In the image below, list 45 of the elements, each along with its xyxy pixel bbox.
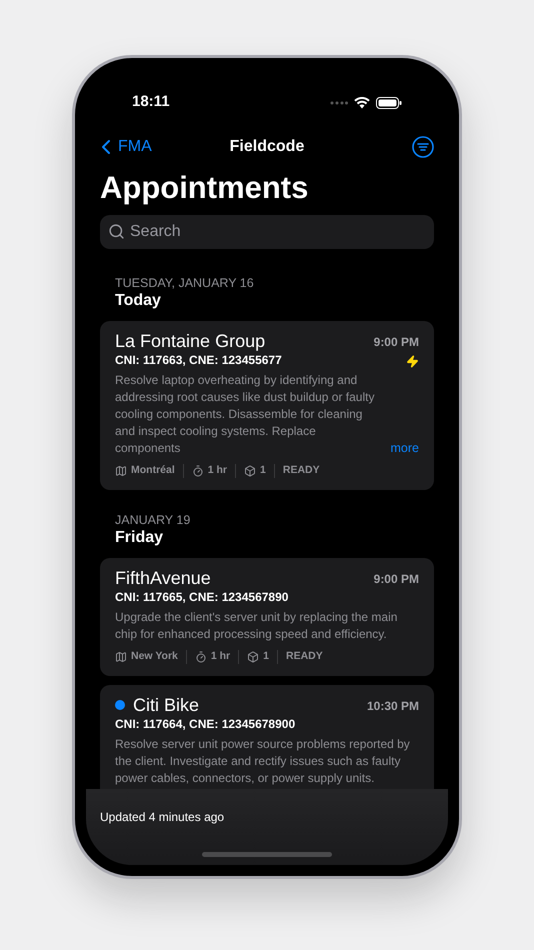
- page-title: Appointments: [100, 169, 310, 207]
- status-label: READY: [282, 463, 320, 478]
- appointment-time: 9:00 PM: [374, 334, 419, 351]
- back-button[interactable]: FMA: [94, 135, 174, 159]
- item-count: 1: [263, 648, 269, 664]
- appointment-card[interactable]: FifthAvenue CNI: 117665, CNE: 1234567890 9:00 PM Upgrade the client's server unit by replacing the main chip for enhanced processing speed and efficiency. New York 1 hr 1 READY: [100, 558, 434, 676]
- appointment-card[interactable]: [100, 684, 434, 789]
- signal-icon: [330, 100, 348, 104]
- duration: 1 hr: [208, 463, 228, 478]
- client-name: La Fontaine Group: [115, 330, 266, 352]
- appointment-time: 10:30 PM: [366, 698, 419, 714]
- map-icon: [115, 464, 127, 477]
- wifi-icon: [354, 96, 370, 108]
- timer-icon: [192, 464, 204, 477]
- appointment-card[interactable]: [100, 321, 434, 490]
- client-name: FifthAvenue: [115, 566, 211, 589]
- status-label: READY: [286, 648, 323, 664]
- more-link[interactable]: more: [390, 440, 419, 457]
- map-icon: [115, 650, 127, 663]
- update-status: Updated 4 minutes ago: [100, 809, 224, 826]
- client-name: Citi Bike: [133, 694, 200, 716]
- search-icon: [108, 223, 125, 240]
- job-description: Upgrade the client's server unit by replacing the main chip for enhanced processing speed and efficiency.: [115, 608, 398, 643]
- location: Montréal: [131, 463, 175, 478]
- appointment-time: 9:00 PM: [374, 570, 419, 588]
- reference-numbers: CNI: 117663, CNE: 123455677: [115, 352, 282, 369]
- nav-title: Fieldcode: [230, 137, 304, 157]
- cube-icon: [244, 464, 256, 477]
- cube-icon: [247, 650, 260, 663]
- reference-numbers: CNI: 117665, CNE: 1234567890: [115, 588, 288, 606]
- reference-numbers: CNI: 117664, CNE: 12345678900: [115, 716, 296, 732]
- section-date: JANUARY 19: [115, 512, 192, 528]
- battery-icon: [376, 96, 402, 108]
- duration: 1 hr: [210, 648, 230, 664]
- location: New York: [131, 648, 178, 664]
- item-count: 1: [260, 463, 266, 478]
- timer-icon: [194, 650, 207, 663]
- status-time: 18:11: [132, 92, 170, 112]
- section-day: Friday: [115, 528, 419, 548]
- section-date: TUESDAY, JANUARY 16: [115, 275, 255, 291]
- job-description: Resolve laptop overheating by identifying and addressing root causes like dust buildup or faulty cooling components. Disassemble for cleaning and inspect cooling systems. Replace components: [115, 372, 376, 457]
- job-description: Resolve server unit power source problems reported by the client. Investigate and rectify issues such as faulty power cables, connectors, or power supply units.: [115, 736, 411, 786]
- section-day: Today: [115, 291, 419, 311]
- filter-icon[interactable]: [412, 136, 434, 158]
- search-field[interactable]: Search: [100, 215, 434, 249]
